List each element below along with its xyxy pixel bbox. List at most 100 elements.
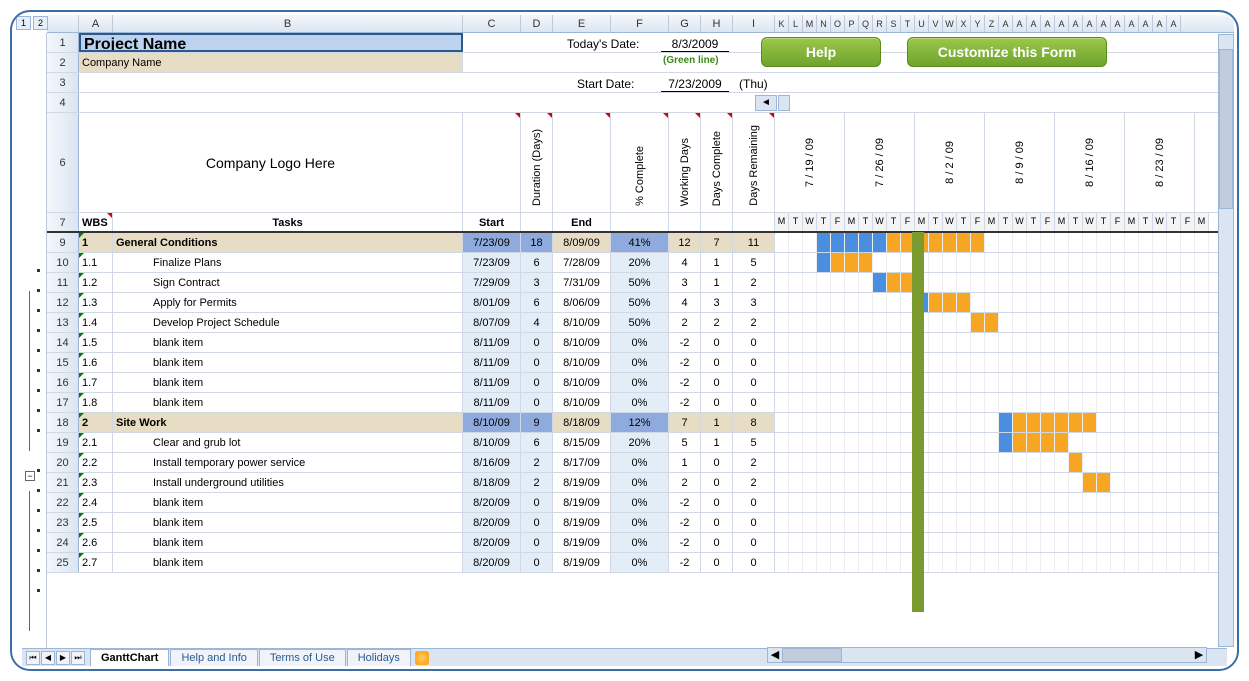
hdr-tasks: Tasks [113,213,463,231]
start-dow: (Thu) [739,77,768,91]
tab-nav-next[interactable]: ▶ [56,651,70,665]
col-A[interactable]: A [79,15,113,32]
dow-cell: W [1013,213,1027,231]
task-row[interactable]: 202.2Install temporary power service8/16… [47,453,1234,473]
row-3[interactable]: 3 [47,73,1234,93]
row-num-1[interactable]: 1 [47,33,79,52]
col-L10[interactable]: L [789,15,803,32]
tab-holidays[interactable]: Holidays [347,649,411,666]
task-row[interactable]: 182Site Work8/10/0998/18/0912%718 [47,413,1234,433]
task-row[interactable]: 91General Conditions7/23/09188/09/0941%1… [47,233,1234,253]
vertical-scrollbar[interactable] [1218,34,1234,647]
tab-ganttchart[interactable]: GanttChart [90,649,169,666]
col-U19[interactable]: U [915,15,929,32]
col-K9[interactable]: K [775,15,789,32]
task-row[interactable]: 151.6blank item8/11/0908/10/090%-200 [47,353,1234,373]
col-A30[interactable]: A [1069,15,1083,32]
row-num-2[interactable]: 2 [47,53,79,72]
col-W21[interactable]: W [943,15,957,32]
col-A37[interactable]: A [1167,15,1181,32]
task-row[interactable]: 171.8blank item8/11/0908/10/090%-200 [47,393,1234,413]
task-row[interactable]: 131.4Develop Project Schedule8/07/0948/1… [47,313,1234,333]
outline-collapse[interactable]: − [25,471,35,481]
task-row[interactable]: 192.1Clear and grub lot8/10/0968/15/0920… [47,433,1234,453]
outline-level-buttons[interactable]: 1 2 [16,16,48,30]
tab-nav-first[interactable]: ⏮ [26,651,40,665]
gantt-scroll-thumb[interactable] [778,95,790,111]
col-T18[interactable]: T [901,15,915,32]
task-row[interactable]: 161.7blank item8/11/0908/10/090%-200 [47,373,1234,393]
row-7[interactable]: 7 WBS Tasks Start End MTWTFMTWTFMTWTFMTW… [47,213,1234,233]
col-B[interactable]: B [113,15,463,32]
col-A28[interactable]: A [1041,15,1055,32]
col-A34[interactable]: A [1125,15,1139,32]
col-G[interactable]: G [669,15,701,32]
task-row[interactable]: 222.4blank item8/20/0908/19/090%-200 [47,493,1234,513]
start-date-value[interactable]: 7/23/2009 [661,77,729,92]
col-P14[interactable]: P [845,15,859,32]
col-A27[interactable]: A [1027,15,1041,32]
tab-help-and-info[interactable]: Help and Info [170,649,257,666]
col-A25[interactable]: A [999,15,1013,32]
tab-nav-last[interactable]: ⏭ [71,651,85,665]
task-row[interactable]: 252.7blank item8/20/0908/19/090%-200 [47,553,1234,573]
gantt-scroll-left[interactable]: ◄ [755,95,777,111]
col-F[interactable]: F [611,15,669,32]
tab-terms-of-use[interactable]: Terms of Use [259,649,346,666]
logo-cell[interactable]: Company Logo Here [79,113,463,212]
col-C[interactable]: C [463,15,521,32]
col-A29[interactable]: A [1055,15,1069,32]
col-S17[interactable]: S [887,15,901,32]
outline-1[interactable]: 1 [16,16,31,30]
select-all-corner[interactable] [47,15,79,32]
col-Y23[interactable]: Y [971,15,985,32]
col-X22[interactable]: X [957,15,971,32]
col-A33[interactable]: A [1111,15,1125,32]
dow-cell: T [929,213,943,231]
task-row[interactable]: 232.5blank item8/20/0908/19/090%-200 [47,513,1234,533]
horizontal-scrollbar[interactable]: ◀ ▶ [767,647,1207,663]
dow-cell: F [1111,213,1125,231]
cell-project-name[interactable]: Project Name [79,33,463,52]
col-R16[interactable]: R [873,15,887,32]
col-A31[interactable]: A [1083,15,1097,32]
col-H[interactable]: H [701,15,733,32]
col-A36[interactable]: A [1153,15,1167,32]
dow-cell: M [985,213,999,231]
task-row[interactable]: 111.2Sign Contract7/29/0937/31/0950%312 [47,273,1234,293]
todays-date-value[interactable]: 8/3/2009 [661,37,729,52]
dow-cell: T [1069,213,1083,231]
sheet-tabs: ⏮ ◀ ▶ ⏭ GanttChartHelp and InfoTerms of … [22,648,1227,666]
cell-company-name[interactable]: Company Name [79,53,463,72]
tab-nav-prev[interactable]: ◀ [41,651,55,665]
col-N12[interactable]: N [817,15,831,32]
gantt-bar-area [775,273,1234,292]
col-A26[interactable]: A [1013,15,1027,32]
col-Q15[interactable]: Q [859,15,873,32]
col-I[interactable]: I [733,15,775,32]
task-row[interactable]: 121.3Apply for Permits8/01/0968/06/0950%… [47,293,1234,313]
task-row[interactable]: 141.5blank item8/11/0908/10/090%-200 [47,333,1234,353]
col-O13[interactable]: O [831,15,845,32]
task-row[interactable]: 101.1Finalize Plans7/23/0967/28/0920%415 [47,253,1234,273]
date-header: 8 / 9 / 09 [985,113,1055,212]
row-6[interactable]: 6 Company Logo Here Duration (Days) % Co… [47,113,1234,213]
col-D[interactable]: D [521,15,553,32]
task-row[interactable]: 242.6blank item8/20/0908/19/090%-200 [47,533,1234,553]
gantt-bar-area [775,333,1234,352]
row-4[interactable]: 4 [47,93,1234,113]
help-button[interactable]: Help [761,37,881,67]
col-V20[interactable]: V [929,15,943,32]
customize-button[interactable]: Customize this Form [907,37,1107,67]
new-sheet-icon[interactable] [415,651,429,665]
outline-2[interactable]: 2 [33,16,48,30]
col-A32[interactable]: A [1097,15,1111,32]
col-E[interactable]: E [553,15,611,32]
dow-cell: W [873,213,887,231]
col-A35[interactable]: A [1139,15,1153,32]
date-header: 8 / 16 / 09 [1055,113,1125,212]
col-Z24[interactable]: Z [985,15,999,32]
col-M11[interactable]: M [803,15,817,32]
task-row[interactable]: 212.3Install underground utilities8/18/0… [47,473,1234,493]
date-header: 7 / 19 / 09 [775,113,845,212]
